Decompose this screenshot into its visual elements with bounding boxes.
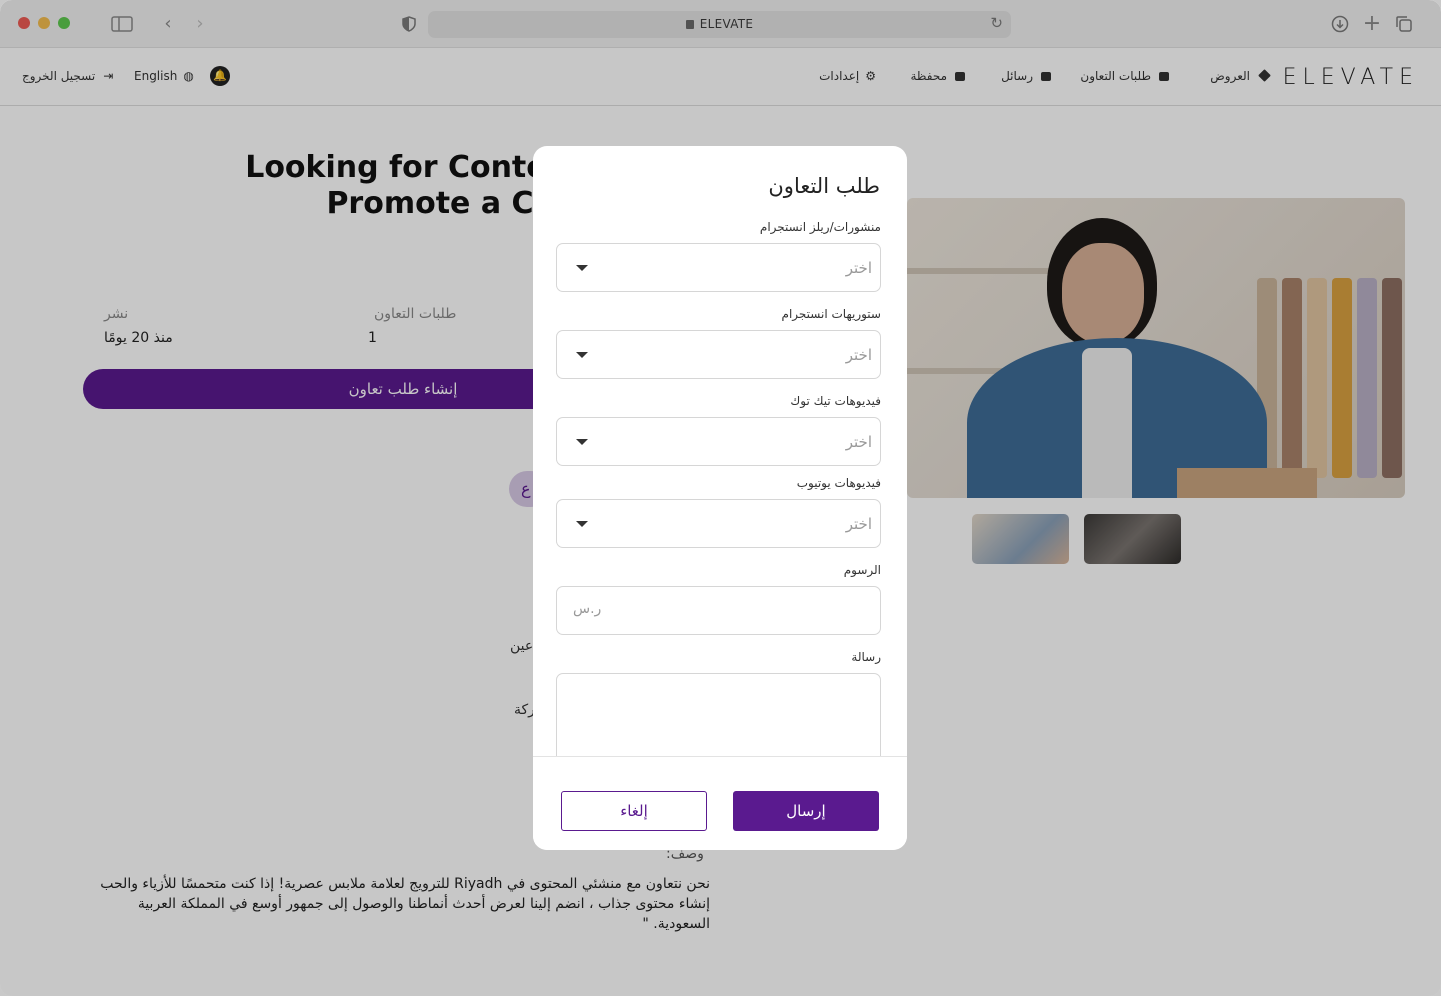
ig-posts-select[interactable]: اختر xyxy=(556,243,881,292)
message-label: رسالة xyxy=(851,650,881,664)
ig-posts-placeholder: اختر xyxy=(845,259,872,277)
ig-stories-label: ستوريهات انستجرام xyxy=(781,307,881,321)
collab-request-modal: طلب التعاون منشورات/ريلز انستجرام اختر س… xyxy=(533,146,907,850)
chevron-down-icon xyxy=(576,265,588,271)
youtube-select[interactable]: اختر xyxy=(556,499,881,548)
chevron-down-icon xyxy=(576,352,588,358)
message-textarea[interactable] xyxy=(556,673,881,763)
ig-stories-select[interactable]: اختر xyxy=(556,330,881,379)
fees-input[interactable]: ر.س xyxy=(556,586,881,635)
fees-placeholder: ر.س xyxy=(573,601,602,617)
fees-label: الرسوم xyxy=(843,563,881,577)
ig-posts-label: منشورات/ريلز انستجرام xyxy=(759,220,881,234)
youtube-label: فيديوهات يوتيوب xyxy=(796,476,881,490)
tiktok-placeholder: اختر xyxy=(845,433,872,451)
modal-title: طلب التعاون xyxy=(768,174,880,198)
youtube-placeholder: اختر xyxy=(845,515,872,533)
chevron-down-icon xyxy=(576,439,588,445)
ig-stories-placeholder: اختر xyxy=(845,346,872,364)
browser-window: ‹ › ELEVATE ↻ + ELEVATE العروض طلبات الت… xyxy=(0,0,1441,996)
send-button[interactable]: إرسال xyxy=(733,791,879,831)
tiktok-label: فيديوهات تيك توك xyxy=(790,394,881,408)
tiktok-select[interactable]: اختر xyxy=(556,417,881,466)
chevron-down-icon xyxy=(576,521,588,527)
cancel-button[interactable]: إلغاء xyxy=(561,791,707,831)
